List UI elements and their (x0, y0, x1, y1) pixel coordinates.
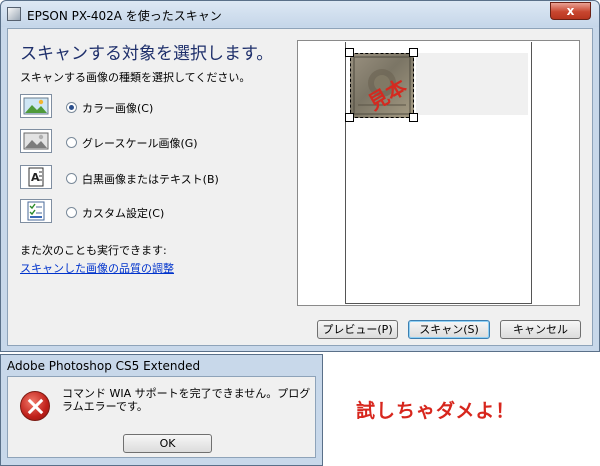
page-subtitle: スキャンする画像の種類を選択してください。 (20, 71, 251, 84)
error-dialog: Adobe Photoshop CS5 Extended コマンド WIA サポ… (0, 354, 323, 466)
option-label-custom[interactable]: カスタム設定(C) (82, 205, 164, 221)
option-label-color[interactable]: カラー画像(C) (82, 100, 153, 116)
option-label-bw-text[interactable]: 白黒画像またはテキスト(B) (82, 171, 219, 187)
adjust-quality-link[interactable]: スキャンした画像の品質の調整 (20, 260, 174, 276)
preview-pane[interactable]: 見本 (297, 40, 580, 306)
crop-handle-bottom-right[interactable] (409, 113, 418, 122)
crop-handle-top-right[interactable] (409, 48, 418, 57)
close-button[interactable]: x (550, 2, 591, 20)
crop-handle-bottom-left[interactable] (345, 113, 354, 122)
crop-handle-top-left[interactable] (345, 48, 354, 57)
scan-client-area: スキャンする対象を選択します。 スキャンする画像の種類を選択してください。 カラ… (7, 28, 593, 346)
scan-button[interactable]: スキャン(S) (408, 320, 490, 339)
scan-window: EPSON PX-402A を使ったスキャン x スキャンする対象を選択します。… (0, 0, 600, 352)
radio-custom-settings[interactable] (66, 207, 77, 218)
scanner-app-icon (7, 7, 21, 21)
svg-text:A: A (31, 171, 40, 184)
also-available-label: また次のことも実行できます: (20, 244, 167, 257)
radio-color-image[interactable] (66, 102, 77, 113)
warning-caption: 試しちゃダメよ！ (356, 400, 516, 422)
title-bar: EPSON PX-402A を使ったスキャン x (1, 1, 599, 27)
crop-selection-box[interactable] (350, 53, 414, 118)
preview-button[interactable]: プレビュー(P) (317, 320, 398, 339)
page-title: スキャンする対象を選択します。 (20, 44, 274, 64)
error-message: コマンド WIA サポートを完了できません。プログラムエラーです。 (62, 387, 311, 413)
text-document-icon[interactable]: A (20, 165, 52, 189)
cancel-button[interactable]: キャンセル (500, 320, 581, 339)
error-dialog-title: Adobe Photoshop CS5 Extended (7, 359, 201, 373)
custom-settings-icon[interactable] (20, 199, 52, 223)
error-dialog-body: コマンド WIA サポートを完了できません。プログラムエラーです。 OK (7, 376, 316, 458)
window-title: EPSON PX-402A を使ったスキャン (27, 9, 222, 23)
ok-button[interactable]: OK (123, 434, 212, 453)
error-icon (20, 391, 50, 421)
radio-bw-text[interactable] (66, 173, 77, 184)
preview-background-strip (416, 53, 528, 115)
option-label-grayscale[interactable]: グレースケール画像(G) (82, 135, 198, 151)
radio-grayscale-image[interactable] (66, 137, 77, 148)
color-photo-icon[interactable] (20, 94, 52, 118)
grayscale-photo-icon[interactable] (20, 129, 52, 153)
